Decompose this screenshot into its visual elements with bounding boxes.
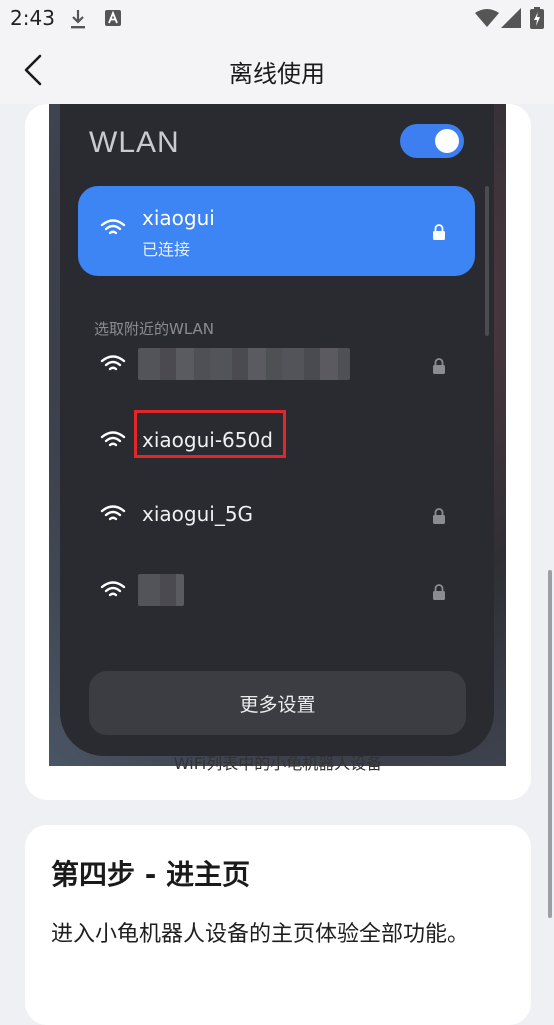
app-header: 离线使用	[0, 36, 554, 104]
signal-icon	[501, 8, 521, 32]
page-title: 离线使用	[229, 60, 325, 88]
wifi-status-icon	[475, 9, 499, 31]
highlight-box	[134, 410, 286, 458]
network-row-blurred	[78, 336, 475, 396]
download-icon	[68, 8, 88, 34]
wifi-icon	[100, 580, 126, 604]
connected-network-row: xiaogui 已连接	[78, 186, 475, 276]
wifi-icon	[100, 218, 126, 242]
connected-status: 已连接	[142, 240, 191, 259]
network-row: xiaogui_5G	[78, 486, 475, 546]
wifi-icon	[100, 504, 126, 528]
pixelated-ssid	[138, 574, 184, 606]
network-row-blurred	[78, 562, 475, 622]
step-four-card: 第四步 - 进主页 进入小龟机器人设备的主页体验全部功能。	[25, 825, 531, 1025]
app-notification-icon	[104, 9, 122, 31]
wifi-icon	[100, 430, 126, 454]
lock-icon	[432, 584, 446, 604]
wifi-list-screenshot: WLAN xiaogui 已连接 选取附近的WLAN xiaogui-650d …	[49, 104, 506, 766]
connected-ssid: xiaogui	[142, 206, 215, 230]
wlan-panel: WLAN xiaogui 已连接 选取附近的WLAN xiaogui-650d …	[60, 104, 494, 756]
step-title: 第四步 - 进主页	[51, 858, 251, 891]
wlan-toggle	[400, 124, 464, 158]
status-time: 2:43	[10, 6, 55, 30]
page-scrollbar[interactable]	[548, 570, 552, 918]
panel-scrollbar	[485, 186, 489, 336]
lock-icon	[432, 224, 446, 244]
battery-charging-icon	[530, 7, 544, 33]
lock-icon	[432, 358, 446, 378]
network-ssid: xiaogui_5G	[142, 502, 254, 526]
step-image-card: WLAN xiaogui 已连接 选取附近的WLAN xiaogui-650d …	[25, 104, 531, 800]
lock-icon	[432, 508, 446, 528]
status-bar: 2:43	[0, 0, 554, 36]
wlan-title: WLAN	[89, 126, 180, 159]
step-description: 进入小龟机器人设备的主页体验全部功能。	[51, 922, 470, 947]
image-caption: WiFi列表中的小龟机器人设备	[173, 754, 383, 773]
wifi-icon	[100, 354, 126, 378]
network-row-target: xiaogui-650d	[78, 410, 475, 472]
more-settings-button: 更多设置	[89, 671, 466, 735]
pixelated-ssid	[138, 348, 350, 380]
